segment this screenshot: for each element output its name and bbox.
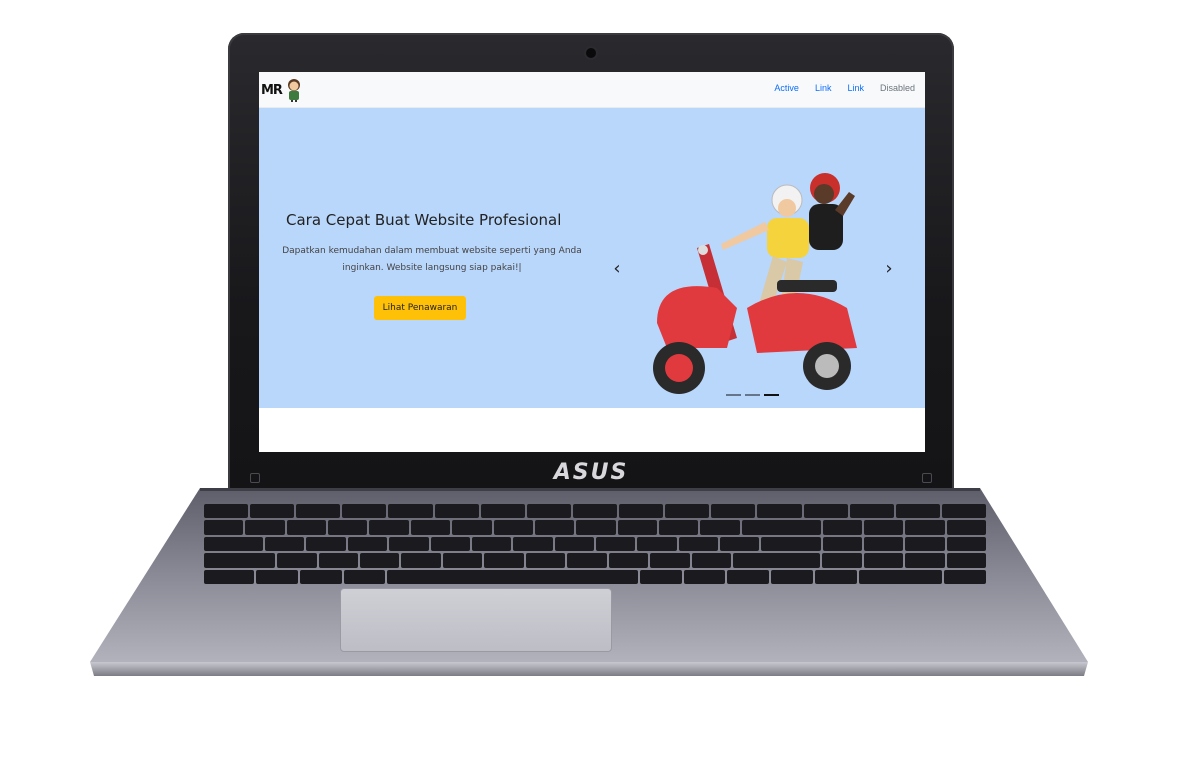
nav-link-2[interactable]: Link <box>847 83 864 93</box>
nav-links: Active Link Link Disabled <box>774 83 915 93</box>
site-logo[interactable]: MR <box>261 78 303 102</box>
asus-logo: ASUS <box>553 460 629 485</box>
scooter-illustration <box>653 173 857 394</box>
hero-description: Dapatkan kemudahan dalam membuat website… <box>282 246 582 273</box>
navbar: MR Active Link Link Disabled <box>259 72 925 108</box>
bezel-marker-right <box>922 473 932 483</box>
nav-link-active[interactable]: Active <box>774 83 799 93</box>
laptop-screen: MR Active Link Link Disabled Cara Cepat … <box>259 72 925 452</box>
hero-carousel: Cara Cepat Buat Website Profesional Dapa… <box>259 108 925 408</box>
webcam <box>586 48 596 58</box>
keyboard <box>204 504 986 584</box>
carousel-next-icon[interactable]: › <box>879 258 899 280</box>
mascot-icon <box>287 79 300 102</box>
hero-title: Cara Cepat Buat Website Profesional <box>286 211 562 229</box>
carousel-indicator-2[interactable] <box>745 394 760 396</box>
touchpad[interactable] <box>340 588 612 652</box>
laptop-base <box>88 486 1090 678</box>
carousel-indicators <box>726 394 779 396</box>
nav-link-1[interactable]: Link <box>815 83 832 93</box>
nav-link-disabled: Disabled <box>879 83 915 93</box>
lihat-penawaran-button[interactable]: Lihat Penawaran <box>374 296 466 320</box>
keyboard-row-4 <box>204 553 986 568</box>
carousel-prev-icon[interactable]: ‹ <box>607 258 627 280</box>
laptop-lid: MR Active Link Link Disabled Cara Cepat … <box>228 33 954 491</box>
carousel-indicator-3[interactable] <box>764 394 779 396</box>
keyboard-row-1 <box>204 504 986 519</box>
carousel-indicator-1[interactable] <box>726 394 741 396</box>
logo-text: MR <box>261 82 283 98</box>
keyboard-row-2 <box>204 520 986 535</box>
keyboard-row-3 <box>204 536 986 552</box>
keyboard-row-5 <box>204 569 986 584</box>
